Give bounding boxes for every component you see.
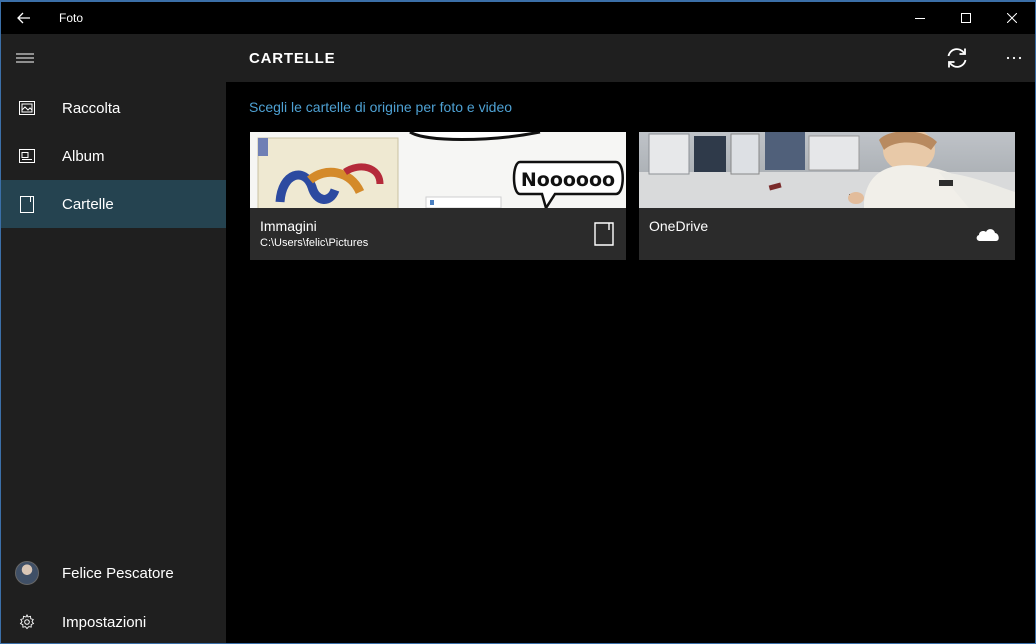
album-icon bbox=[3, 132, 51, 180]
user-name: Felice Pescatore bbox=[62, 564, 174, 582]
app-window: Foto Raccolta Album Cartelle Felice Pesc… bbox=[0, 0, 1036, 644]
folder-thumbnail: Noooooo bbox=[250, 132, 626, 208]
more-options-button[interactable] bbox=[998, 42, 1030, 74]
minimize-icon bbox=[915, 18, 925, 19]
hamburger-menu-button[interactable] bbox=[1, 34, 49, 82]
folder-icon bbox=[3, 180, 51, 228]
folder-icon bbox=[594, 222, 614, 251]
window-title: Foto bbox=[59, 11, 84, 25]
sync-button[interactable] bbox=[941, 42, 973, 74]
thumbnail-speech-text: Noooooo bbox=[521, 169, 615, 191]
close-button[interactable] bbox=[989, 2, 1035, 34]
navigation-pane: Raccolta Album Cartelle Felice Pescatore… bbox=[1, 34, 226, 643]
page-title: CARTELLE bbox=[249, 50, 336, 67]
page-header: CARTELLE bbox=[226, 34, 1035, 82]
folder-thumbnail bbox=[639, 132, 1015, 208]
maximize-icon bbox=[961, 13, 971, 23]
sidebar-item-label: Raccolta bbox=[62, 99, 121, 117]
window-controls bbox=[897, 2, 1035, 34]
avatar bbox=[15, 561, 39, 585]
sync-icon bbox=[947, 48, 967, 68]
sidebar-item-cartelle[interactable]: Cartelle bbox=[1, 180, 226, 228]
settings-label: Impostazioni bbox=[62, 613, 147, 631]
title-bar: Foto bbox=[1, 2, 1035, 34]
collection-icon bbox=[3, 84, 51, 132]
sidebar-item-raccolta[interactable]: Raccolta bbox=[1, 84, 226, 132]
cloud-icon bbox=[975, 226, 1001, 247]
back-button[interactable] bbox=[1, 2, 47, 34]
folder-info-bar: Immagini C:\Users\felic\Pictures bbox=[250, 208, 626, 260]
back-arrow-icon bbox=[17, 12, 30, 24]
folder-name: OneDrive bbox=[649, 218, 709, 234]
folder-tile-onedrive[interactable]: OneDrive bbox=[639, 132, 1015, 260]
sidebar-item-settings[interactable]: Impostazioni bbox=[1, 598, 226, 643]
main-content: CARTELLE Scegli le cartelle di origine p… bbox=[226, 34, 1035, 643]
gear-icon bbox=[3, 598, 51, 643]
sidebar-item-album[interactable]: Album bbox=[1, 132, 226, 180]
folder-tile-immagini[interactable]: Noooooo Immagini C:\Users\felic\Pictures bbox=[250, 132, 626, 260]
hamburger-icon bbox=[16, 53, 34, 63]
more-icon bbox=[1006, 56, 1022, 60]
maximize-button[interactable] bbox=[943, 2, 989, 34]
sidebar-item-user[interactable]: Felice Pescatore bbox=[1, 549, 226, 597]
minimize-button[interactable] bbox=[897, 2, 943, 34]
sidebar-item-label: Album bbox=[62, 147, 105, 165]
folder-info-bar: OneDrive bbox=[639, 208, 1015, 260]
sidebar-item-label: Cartelle bbox=[62, 195, 114, 213]
folder-path: C:\Users\felic\Pictures bbox=[260, 237, 369, 249]
folder-name: Immagini bbox=[260, 218, 317, 234]
close-icon bbox=[1007, 13, 1017, 23]
choose-source-folders-link[interactable]: Scegli le cartelle di origine per foto e… bbox=[249, 99, 512, 115]
